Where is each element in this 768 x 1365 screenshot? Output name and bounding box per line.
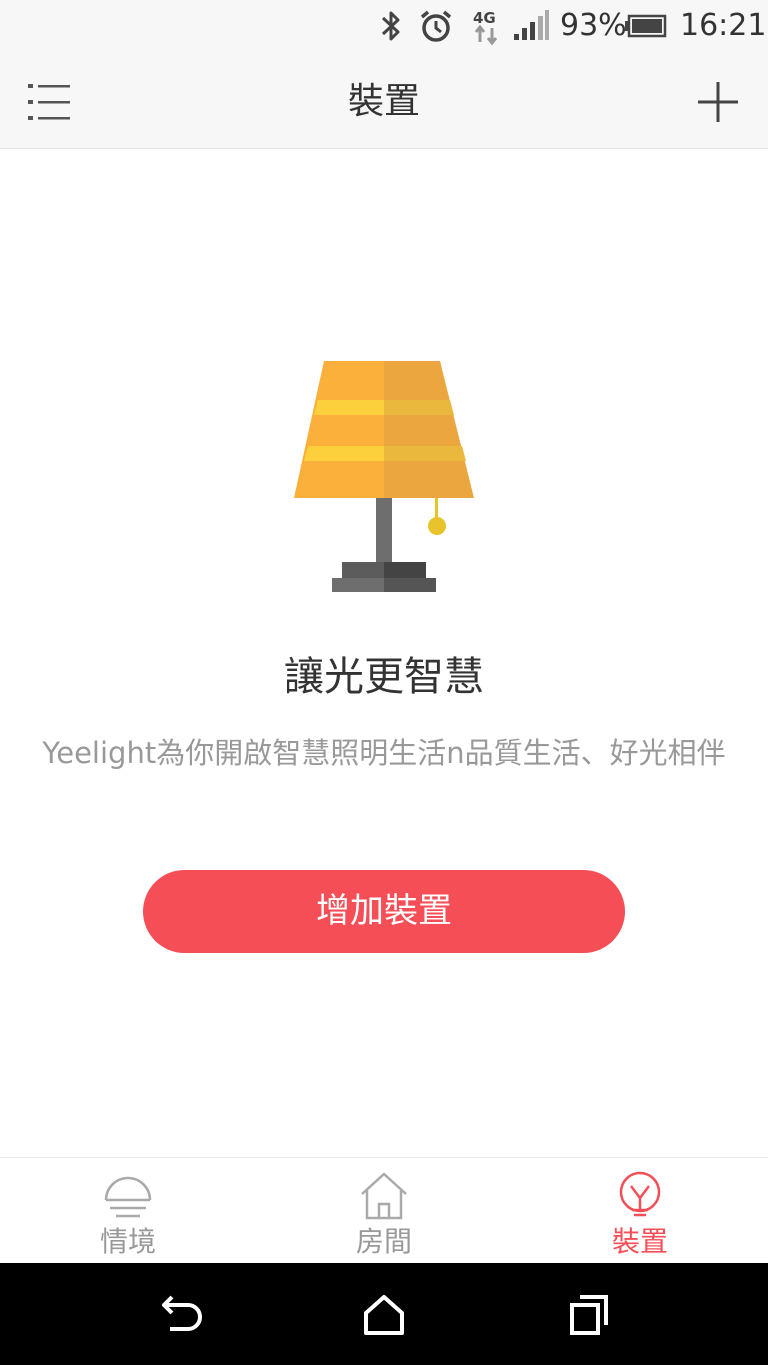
network-4g-icon: 4G	[473, 9, 498, 46]
tab-label: 房間	[355, 1225, 412, 1258]
signal-icon	[514, 10, 549, 40]
recents-icon	[570, 1295, 608, 1335]
subline: Yeelight為你開啟智慧照明生活n品質生活、好光相伴	[42, 736, 726, 770]
page-title: 裝置	[347, 81, 420, 122]
bluetooth-icon	[381, 11, 400, 41]
status-bar: 4G 93% 16:21	[0, 0, 768, 52]
add-device-top-button[interactable]	[694, 78, 742, 126]
tab-scenes[interactable]: 情境	[0, 1158, 256, 1264]
tab-label: 裝置	[611, 1225, 668, 1258]
tab-devices[interactable]: 裝置	[512, 1158, 768, 1264]
plus-icon	[698, 82, 738, 122]
headline: 讓光更智慧	[284, 654, 484, 700]
svg-text:4G: 4G	[473, 9, 496, 27]
tab-bar: 情境 房間 裝置	[0, 1157, 768, 1263]
back-icon	[162, 1295, 202, 1331]
recents-button[interactable]	[562, 1289, 614, 1341]
tab-rooms[interactable]: 房間	[256, 1158, 512, 1264]
app-bar: 裝置	[0, 52, 768, 149]
tab-label: 情境	[99, 1225, 156, 1258]
battery-icon	[625, 14, 667, 38]
system-nav-bar	[0, 1263, 768, 1365]
back-button[interactable]	[154, 1289, 206, 1341]
alarm-icon	[420, 10, 452, 42]
bulb-icon	[619, 1171, 661, 1217]
home-icon	[364, 1295, 404, 1335]
clock: 16:21	[680, 8, 767, 43]
add-device-button[interactable]: 增加裝置	[143, 870, 625, 953]
house-icon	[361, 1172, 407, 1220]
table-lamp-illustration	[294, 361, 474, 592]
home-button[interactable]	[358, 1289, 410, 1341]
battery-percent: 93%	[560, 8, 627, 43]
scene-lamp-icon	[104, 1176, 152, 1218]
